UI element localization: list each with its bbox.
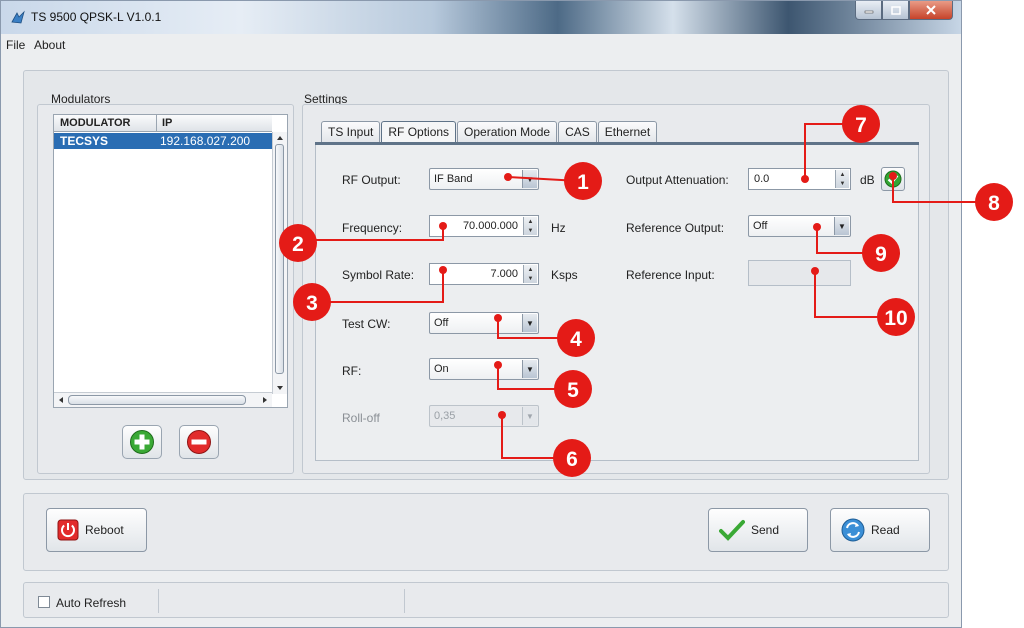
reference-input-label: Reference Input: — [626, 268, 715, 282]
menu-file[interactable]: File — [6, 38, 25, 52]
button-bar — [23, 493, 949, 571]
symbol-rate-label: Symbol Rate: — [342, 268, 415, 282]
rf-options-panel — [315, 145, 919, 461]
close-button[interactable] — [909, 1, 953, 20]
plus-icon — [130, 430, 154, 454]
send-label: Send — [751, 523, 780, 537]
rf-value: On — [434, 363, 449, 375]
read-label: Read — [871, 523, 900, 537]
minus-icon — [187, 430, 211, 454]
output-attenuation-value: 0.0 — [754, 173, 770, 185]
scroll-up-icon[interactable] — [276, 134, 284, 142]
frequency-label: Frequency: — [342, 221, 403, 235]
column-modulator[interactable]: MODULATOR — [60, 117, 130, 129]
title-bar[interactable]: TS 9500 QPSK-L V1.0.1 — [1, 1, 961, 34]
output-attenuation-label: Output Attenuation: — [626, 173, 729, 187]
symbol-rate-unit: Ksps — [551, 268, 578, 282]
remove-modulator-button[interactable] — [179, 425, 219, 459]
frequency-value: 70.000.000 — [462, 220, 518, 232]
read-button[interactable]: Read — [830, 508, 930, 552]
chevron-down-icon: ▼ — [522, 407, 537, 425]
rf-output-value: IF Band — [434, 173, 473, 185]
output-attenuation-unit: dB — [860, 173, 875, 187]
horizontal-scroll-thumb[interactable] — [68, 395, 246, 405]
row-ip: 192.168.027.200 — [160, 134, 251, 148]
frequency-unit: Hz — [551, 221, 566, 235]
reference-output-value: Off — [753, 220, 768, 232]
spinner-arrows-icon[interactable]: ▲ ▼ — [523, 265, 537, 283]
test-cw-label: Test CW: — [342, 317, 391, 331]
svg-text:8: 8 — [988, 192, 1000, 215]
refresh-icon — [841, 518, 865, 542]
vertical-scroll-thumb[interactable] — [275, 144, 284, 374]
frequency-spinner[interactable]: 70.000.000 ▲ ▼ — [429, 215, 539, 237]
status-bar: Auto Refresh — [23, 582, 949, 618]
rf-label: RF: — [342, 364, 362, 378]
checkmark-icon — [884, 170, 902, 188]
chevron-down-icon: ▼ — [522, 360, 537, 378]
menu-bar: File About — [1, 34, 961, 54]
close-icon — [926, 5, 936, 15]
roll-off-value: 0,35 — [434, 410, 456, 422]
output-attenuation-spinner[interactable]: 0.0 ▲ ▼ — [748, 168, 851, 190]
window-controls — [855, 1, 953, 20]
window-title: TS 9500 QPSK-L V1.0.1 — [31, 10, 162, 24]
spinner-arrows-icon[interactable]: ▲ ▼ — [835, 170, 849, 188]
auto-refresh-label: Auto Refresh — [56, 596, 127, 610]
tab-ts-input[interactable]: TS Input — [321, 121, 381, 142]
modulator-list[interactable]: MODULATOR IP TECSYS 192.168.027.200 — [53, 114, 288, 408]
tab-rf-options[interactable]: RF Options — [381, 121, 457, 143]
maximize-icon — [890, 5, 901, 15]
chevron-down-icon: ▼ — [834, 217, 849, 235]
add-modulator-button[interactable] — [122, 425, 162, 459]
reboot-button[interactable]: Reboot — [46, 508, 147, 552]
send-button[interactable]: Send — [708, 508, 808, 552]
app-window: TS 9500 QPSK-L V1.0.1 File About Modulat… — [0, 0, 962, 628]
reboot-label: Reboot — [85, 523, 124, 537]
reference-output-dropdown[interactable]: Off ▼ — [748, 215, 851, 237]
tab-cas[interactable]: CAS — [558, 121, 597, 142]
chevron-down-icon: ▼ — [522, 314, 537, 332]
menu-about[interactable]: About — [34, 38, 65, 52]
scroll-left-icon[interactable] — [57, 396, 65, 404]
status-divider — [404, 589, 405, 613]
rf-output-label: RF Output: — [342, 173, 401, 187]
list-header: MODULATOR IP — [54, 115, 272, 132]
test-cw-value: Off — [434, 317, 449, 329]
checkmark-icon — [719, 519, 745, 541]
settings-tabs: TS Input RF Options Operation Mode CAS E… — [321, 121, 658, 143]
reference-output-label: Reference Output: — [626, 221, 725, 235]
maximize-button[interactable] — [882, 1, 909, 20]
symbol-rate-spinner[interactable]: 7.000 ▲ ▼ — [429, 263, 539, 285]
column-divider — [156, 115, 157, 132]
scroll-down-icon[interactable] — [276, 384, 284, 392]
callout-8: 8 — [975, 183, 1013, 221]
scroll-right-icon[interactable] — [261, 396, 269, 404]
reference-input-field — [748, 260, 851, 286]
auto-refresh-checkbox[interactable] — [38, 596, 50, 608]
roll-off-label: Roll-off — [342, 411, 380, 425]
rf-dropdown[interactable]: On ▼ — [429, 358, 539, 380]
table-row[interactable]: TECSYS 192.168.027.200 — [54, 133, 272, 149]
status-divider — [158, 589, 159, 613]
apply-attenuation-button[interactable] — [881, 167, 905, 191]
row-modulator: TECSYS — [60, 134, 109, 148]
tab-ethernet[interactable]: Ethernet — [597, 121, 658, 142]
test-cw-dropdown[interactable]: Off ▼ — [429, 312, 539, 334]
roll-off-dropdown: 0,35 ▼ — [429, 405, 539, 427]
minimize-icon — [864, 10, 873, 14]
app-icon — [11, 10, 25, 24]
horizontal-scrollbar[interactable] — [54, 392, 272, 407]
tab-operation-mode[interactable]: Operation Mode — [457, 121, 558, 142]
symbol-rate-value: 7.000 — [490, 268, 518, 280]
minimize-button[interactable] — [855, 1, 882, 20]
rf-output-dropdown[interactable]: IF Band ▼ — [429, 168, 539, 190]
spinner-arrows-icon[interactable]: ▲ ▼ — [523, 217, 537, 235]
vertical-scrollbar[interactable] — [272, 132, 287, 394]
chevron-down-icon: ▼ — [522, 170, 537, 188]
power-icon — [57, 519, 79, 541]
column-ip[interactable]: IP — [162, 117, 172, 129]
